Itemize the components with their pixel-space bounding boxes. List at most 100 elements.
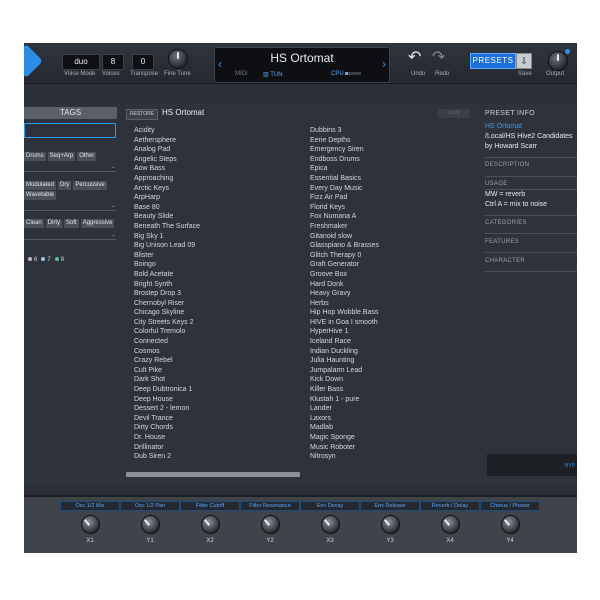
- macro-knob-y1[interactable]: [141, 515, 160, 534]
- preset-list-item[interactable]: Indian Duckling: [310, 347, 379, 357]
- tag-soft[interactable]: Soft: [64, 219, 79, 228]
- preset-list-item[interactable]: Fizz Air Pad: [310, 193, 379, 203]
- preset-list-item[interactable]: Angelic Steps: [134, 155, 200, 165]
- preset-list-item[interactable]: Klustah 1 - pure: [310, 395, 379, 405]
- tag-clean[interactable]: Clean: [24, 219, 44, 228]
- tags-header[interactable]: TAGS: [24, 107, 117, 119]
- chevron-up-icon[interactable]: ⌃: [111, 234, 116, 241]
- preset-list-item[interactable]: Cosmos: [134, 347, 200, 357]
- preset-list-item[interactable]: Beneath The Surface: [134, 222, 200, 232]
- macro-label-x3[interactable]: Env Decay: [300, 501, 360, 511]
- preset-list-item[interactable]: HyperHive 1: [310, 327, 379, 337]
- macro-knob-y3[interactable]: [381, 515, 400, 534]
- tag-search-input[interactable]: [24, 123, 116, 138]
- color-tag-6[interactable]: 6: [34, 257, 37, 263]
- color-tag-dot-icon[interactable]: [28, 257, 32, 261]
- color-tag-dot-icon[interactable]: [54, 257, 59, 261]
- preset-list-item[interactable]: Colorful Tremolo: [134, 327, 200, 337]
- preset-list-item[interactable]: Music Roboter: [310, 443, 379, 453]
- preset-list-item[interactable]: Hard Donk: [310, 280, 379, 290]
- restore-button[interactable]: RESTORE: [126, 109, 159, 120]
- preset-list-item[interactable]: Drillinator: [134, 443, 200, 453]
- preset-list-item[interactable]: Deep Dubtronica 1: [134, 385, 200, 395]
- logo-icon[interactable]: [24, 44, 43, 78]
- transpose-field[interactable]: 0: [132, 54, 154, 70]
- tag-other[interactable]: Other: [77, 152, 97, 161]
- preset-list-item[interactable]: Gitanoid slow: [310, 232, 379, 242]
- macro-label-x4[interactable]: Reverb / Delay: [420, 501, 480, 511]
- preset-list-item[interactable]: Magic Sponge: [310, 433, 379, 443]
- redo-icon[interactable]: ↷: [432, 47, 445, 67]
- preset-list-item[interactable]: City Streets Keys 2: [134, 318, 200, 328]
- preset-list-item[interactable]: Dubbins 3: [310, 126, 379, 136]
- preset-list-item[interactable]: ArpHarp: [134, 193, 200, 203]
- preset-list-item[interactable]: Glasspiano & Brasses: [310, 241, 379, 251]
- preset-list-item[interactable]: Essential Basics: [310, 174, 379, 184]
- voice-mode-field[interactable]: duo: [62, 54, 100, 70]
- preset-list-item[interactable]: Base 80: [134, 203, 200, 213]
- preset-list-item[interactable]: Every Day Music: [310, 184, 379, 194]
- preset-list-item[interactable]: Chicago Skyline: [134, 308, 200, 318]
- preset-list-item[interactable]: Analog Pad: [134, 145, 200, 155]
- tag-seq-arp[interactable]: Seq+Arp: [47, 152, 76, 161]
- preset-list-item[interactable]: Dirty Chords: [134, 423, 200, 433]
- preset-list-item[interactable]: Arctic Keys: [134, 184, 200, 194]
- preset-list-item[interactable]: Chernobyl Riser: [134, 299, 200, 309]
- preset-list-item[interactable]: Kick Down: [310, 375, 379, 385]
- preset-list-item[interactable]: Bright Synth: [134, 280, 200, 290]
- preset-list-item[interactable]: Iceland Race: [310, 337, 379, 347]
- preset-list-item[interactable]: Graft Generator: [310, 260, 379, 270]
- preset-list-item[interactable]: Eerie Depths: [310, 136, 379, 146]
- macro-label-y1[interactable]: Osc 1/2 Pan: [120, 501, 180, 511]
- color-tag-8[interactable]: 8: [61, 257, 64, 263]
- chevron-up-icon[interactable]: ⌃: [111, 166, 116, 173]
- macro-label-y2[interactable]: Filter Resonance: [240, 501, 300, 511]
- preset-list-item[interactable]: Killer Bass: [310, 385, 379, 395]
- tag-drums[interactable]: Drums: [24, 152, 46, 161]
- preset-list-item[interactable]: Aow Bass: [134, 164, 200, 174]
- tag-percussive[interactable]: Percussive: [73, 181, 107, 190]
- macro-label-x1[interactable]: Osc 1/2 Mix: [60, 501, 120, 511]
- preset-list-item[interactable]: Herbs: [310, 299, 379, 309]
- preset-list-item[interactable]: Heavy Gravy: [310, 289, 379, 299]
- horizontal-scrollbar[interactable]: [126, 472, 300, 477]
- fine-tune-knob[interactable]: [168, 49, 188, 69]
- preset-list-item[interactable]: Epica: [310, 164, 379, 174]
- macro-knob-x1[interactable]: [81, 515, 100, 534]
- voices-field[interactable]: 8: [102, 54, 124, 70]
- preset-list-item[interactable]: Dessert 2 - lemon: [134, 404, 200, 414]
- macro-knob-y2[interactable]: [261, 515, 280, 534]
- macro-knob-x4[interactable]: [441, 515, 460, 534]
- preset-list-item[interactable]: Groove Box: [310, 270, 379, 280]
- preset-list-item[interactable]: Big Unison Lead 09: [134, 241, 200, 251]
- macro-knob-x3[interactable]: [321, 515, 340, 534]
- preset-name[interactable]: HS Ortomat: [215, 51, 389, 65]
- presets-button[interactable]: PRESETS: [470, 53, 516, 69]
- preset-list-item[interactable]: Endboss Drums: [310, 155, 379, 165]
- output-knob[interactable]: [548, 51, 568, 71]
- preset-list-item[interactable]: Laxors: [310, 414, 379, 424]
- preset-list-item[interactable]: Nitrosyn: [310, 452, 379, 462]
- preset-list-item[interactable]: Devil Trance: [134, 414, 200, 424]
- bypass-button[interactable]: BYP: [565, 463, 575, 469]
- tag-aggressive[interactable]: Aggressive: [80, 219, 115, 228]
- macro-knob-y4[interactable]: [501, 515, 520, 534]
- preset-list-item[interactable]: Dr. House: [134, 433, 200, 443]
- preset-list-item[interactable]: Julia Haunting: [310, 356, 379, 366]
- macro-label-y3[interactable]: Env Release: [360, 501, 420, 511]
- preset-list-item[interactable]: Aethersphere: [134, 136, 200, 146]
- tag-modulated[interactable]: Modulated: [24, 181, 57, 190]
- tag-dry[interactable]: Dry: [58, 181, 72, 190]
- preset-list-item[interactable]: Big Sky 1: [134, 232, 200, 242]
- preset-list-item[interactable]: Jumpalarm Lead: [310, 366, 379, 376]
- macro-label-x2[interactable]: Filter Cutoff: [180, 501, 240, 511]
- tag-wavetable[interactable]: Wavetable: [24, 191, 57, 200]
- preset-list-item[interactable]: Lander: [310, 404, 379, 414]
- preset-list-item[interactable]: Dub Siren 2: [134, 452, 200, 462]
- preset-list-item[interactable]: Glitch Therapy 0: [310, 251, 379, 261]
- save-icon[interactable]: ⇩: [516, 53, 532, 69]
- preset-list-item[interactable]: Blister: [134, 251, 200, 261]
- preset-list-item[interactable]: Connected: [134, 337, 200, 347]
- preset-list-item[interactable]: Freshmaker: [310, 222, 379, 232]
- preset-list-item[interactable]: Hip Hop Wobble Bass: [310, 308, 379, 318]
